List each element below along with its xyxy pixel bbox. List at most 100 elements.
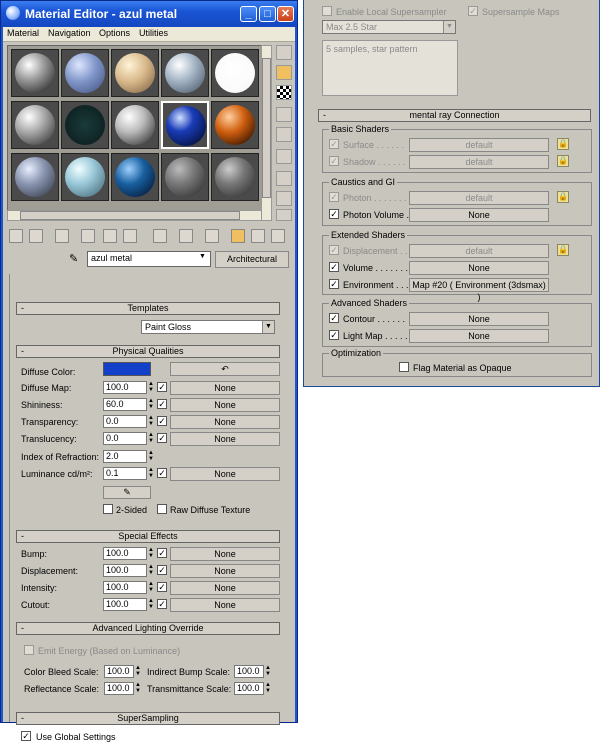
sample-slot[interactable] — [61, 153, 109, 201]
spinner-arrows[interactable]: ▲ ▼ — [135, 665, 141, 678]
supersample-maps-checkbox[interactable]: ✓ — [468, 6, 478, 16]
sample-slot[interactable] — [211, 49, 259, 97]
sample-slot-active[interactable] — [161, 101, 209, 149]
title-bar[interactable]: Material Editor - azul metal _ □ ✕ — [1, 1, 297, 27]
sampler-dropdown[interactable]: Max 2.5 Star ▼ — [322, 20, 456, 34]
map-button[interactable]: None — [170, 598, 280, 612]
shader-enable-checkbox[interactable]: ✓ — [329, 156, 339, 166]
map-button[interactable]: None — [170, 432, 280, 446]
menu-utilities[interactable]: Utilities — [139, 28, 168, 38]
spinner-arrows[interactable]: ▲ ▼ — [148, 398, 154, 411]
map-enable-checkbox[interactable]: ✓ — [157, 399, 167, 409]
put-to-scene-icon[interactable] — [29, 229, 43, 243]
sample-slot[interactable] — [11, 153, 59, 201]
lock-icon[interactable]: 🔒 — [557, 191, 569, 203]
map-enable-checkbox[interactable]: ✓ — [157, 433, 167, 443]
assign-to-selection-icon[interactable] — [55, 229, 69, 243]
param-input[interactable]: 100.0 — [103, 564, 147, 577]
shader-button[interactable]: default — [409, 138, 549, 152]
show-end-result-icon[interactable] — [231, 229, 245, 243]
background-checker-icon[interactable] — [276, 85, 292, 100]
slots-vertical-scrollbar[interactable] — [261, 45, 272, 221]
shader-button[interactable]: default — [409, 155, 549, 169]
shader-button[interactable]: default — [409, 244, 549, 258]
shader-enable-checkbox[interactable]: ✓ — [329, 192, 339, 202]
go-to-parent-icon[interactable] — [251, 229, 265, 243]
raw-diffuse-checkbox[interactable] — [157, 504, 167, 514]
sample-type-icon[interactable] — [276, 45, 292, 60]
map-button[interactable]: None — [170, 381, 280, 395]
advanced-lighting-rollout-header[interactable]: - Advanced Lighting Override — [16, 622, 280, 635]
diffuse-lock-button[interactable]: ↶ — [170, 362, 280, 376]
shader-button[interactable]: Map #20 ( Environment (3dsmax) ) — [409, 278, 549, 302]
diffuse-color-swatch[interactable] — [103, 362, 151, 376]
sample-slot[interactable] — [61, 101, 109, 149]
transmittance-input[interactable]: 100.0 — [234, 682, 264, 695]
shader-enable-checkbox[interactable]: ✓ — [329, 330, 339, 340]
shader-button[interactable]: None — [409, 329, 549, 343]
two-sided-checkbox[interactable] — [103, 504, 113, 514]
menu-navigation[interactable]: Navigation — [48, 28, 91, 38]
map-enable-checkbox[interactable]: ✓ — [157, 599, 167, 609]
spinner-arrows[interactable]: ▲ ▼ — [135, 682, 141, 695]
chevron-down-icon[interactable]: ▼ — [199, 253, 206, 260]
spinner-arrows[interactable]: ▲ ▼ — [148, 432, 154, 445]
select-by-material-icon[interactable] — [276, 191, 292, 206]
menu-material[interactable]: Material — [7, 28, 39, 38]
get-material-icon[interactable] — [9, 229, 23, 243]
go-forward-to-sibling-icon[interactable] — [271, 229, 285, 243]
shader-enable-checkbox[interactable]: ✓ — [329, 279, 339, 289]
maximize-button[interactable]: □ — [259, 6, 276, 22]
map-button[interactable]: None — [170, 467, 280, 481]
emit-energy-checkbox[interactable] — [24, 645, 34, 655]
material-effects-channel-icon[interactable] — [179, 229, 193, 243]
put-to-library-icon[interactable] — [153, 229, 167, 243]
map-enable-checkbox[interactable]: ✓ — [157, 565, 167, 575]
options-icon[interactable] — [276, 171, 292, 186]
spinner-arrows[interactable]: ▲ ▼ — [148, 415, 154, 428]
map-button[interactable]: None — [170, 415, 280, 429]
scroll-thumb[interactable] — [262, 58, 271, 198]
param-input[interactable]: 60.0 — [103, 398, 147, 411]
lock-icon[interactable]: 🔒 — [557, 244, 569, 256]
spinner-arrows[interactable]: ▲ ▼ — [148, 581, 154, 594]
map-button[interactable]: None — [170, 564, 280, 578]
indirect-bump-input[interactable]: 100.0 — [234, 665, 264, 678]
shader-enable-checkbox[interactable]: ✓ — [329, 245, 339, 255]
spinner-arrows[interactable]: ▲ ▼ — [148, 598, 154, 611]
make-preview-icon[interactable] — [276, 149, 292, 164]
physical-rollout-header[interactable]: - Physical Qualities — [16, 345, 280, 358]
param-input[interactable]: 100.0 — [103, 598, 147, 611]
slots-horizontal-scrollbar[interactable] — [7, 210, 262, 221]
sample-slot[interactable] — [161, 49, 209, 97]
shader-enable-checkbox[interactable]: ✓ — [329, 209, 339, 219]
color-bleed-input[interactable]: 100.0 — [104, 665, 134, 678]
uv-tiling-icon[interactable] — [276, 107, 292, 122]
map-enable-checkbox[interactable]: ✓ — [157, 416, 167, 426]
make-copy-icon[interactable] — [103, 229, 117, 243]
map-button[interactable]: None — [170, 547, 280, 561]
lock-icon[interactable]: 🔒 — [557, 155, 569, 167]
shader-enable-checkbox[interactable]: ✓ — [329, 262, 339, 272]
param-input[interactable]: 0.1 — [103, 467, 147, 480]
flag-opaque-checkbox[interactable] — [399, 362, 409, 372]
menu-options[interactable]: Options — [99, 28, 130, 38]
scroll-thumb[interactable] — [20, 211, 240, 220]
shader-button[interactable]: None — [409, 208, 549, 222]
material-type-button[interactable]: Architectural — [215, 251, 289, 268]
make-unique-icon[interactable] — [123, 229, 137, 243]
spinner-arrows[interactable]: ▲ ▼ — [265, 682, 271, 695]
templates-dropdown[interactable]: Paint Gloss ▼ — [141, 320, 275, 334]
material-name-input[interactable]: azul metal — [87, 251, 211, 267]
supersampling-rollout-header[interactable]: - SuperSampling — [16, 712, 280, 725]
shader-button[interactable]: None — [409, 312, 549, 326]
param-input[interactable]: 2.0 — [103, 450, 147, 463]
map-enable-checkbox[interactable]: ✓ — [157, 548, 167, 558]
minimize-button[interactable]: _ — [240, 6, 257, 22]
sample-slot[interactable] — [61, 49, 109, 97]
sample-slot[interactable] — [11, 101, 59, 149]
map-enable-checkbox[interactable]: ✓ — [157, 468, 167, 478]
sample-slot[interactable] — [211, 153, 259, 201]
material-navigator-icon[interactable] — [276, 209, 292, 221]
param-input[interactable]: 0.0 — [103, 415, 147, 428]
